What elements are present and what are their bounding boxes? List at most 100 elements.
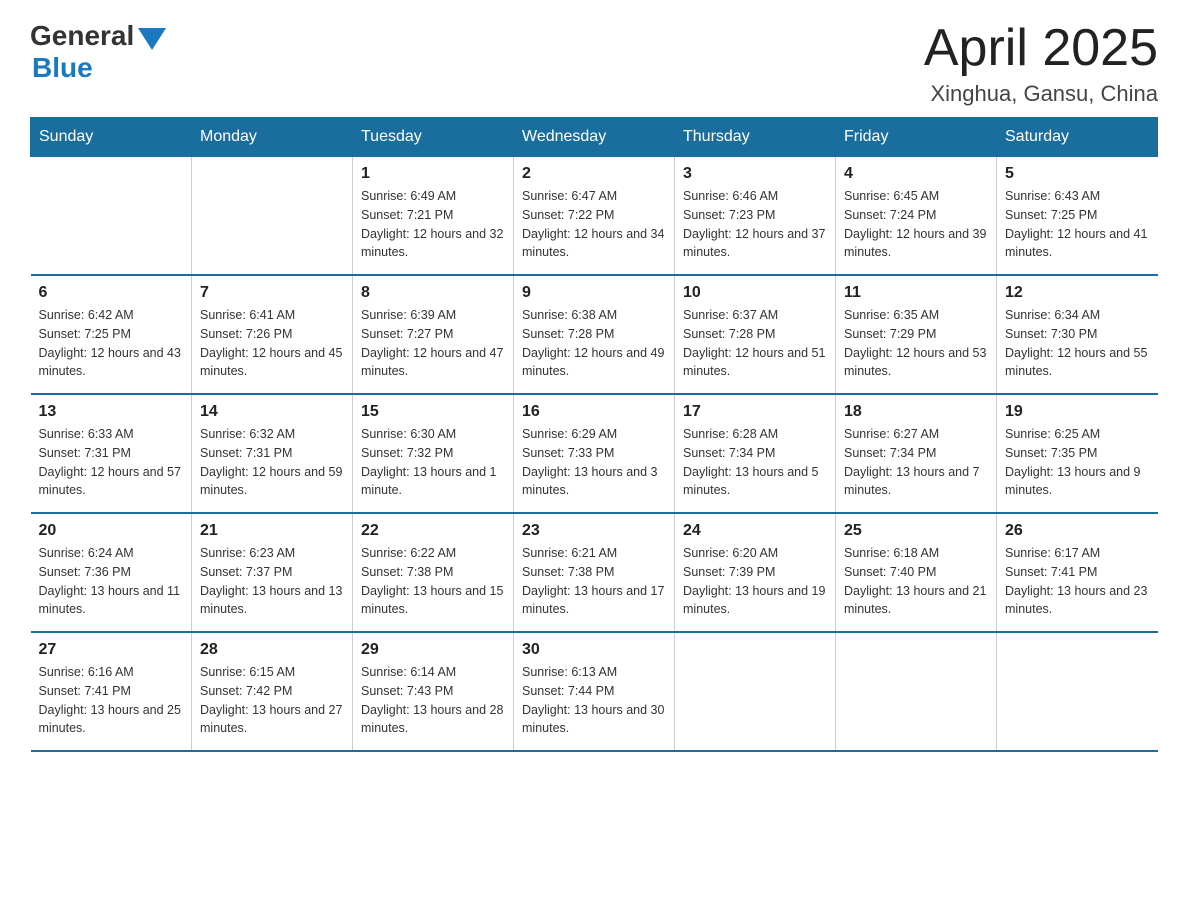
day-number: 2: [522, 165, 666, 183]
day-info: Sunrise: 6:41 AMSunset: 7:26 PMDaylight:…: [200, 306, 344, 381]
day-info: Sunrise: 6:24 AMSunset: 7:36 PMDaylight:…: [39, 544, 184, 619]
table-row: 11Sunrise: 6:35 AMSunset: 7:29 PMDayligh…: [836, 275, 997, 394]
sunset-text: Sunset: 7:38 PM: [522, 563, 666, 582]
day-number: 30: [522, 641, 666, 659]
day-info: Sunrise: 6:23 AMSunset: 7:37 PMDaylight:…: [200, 544, 344, 619]
sunset-text: Sunset: 7:34 PM: [844, 444, 988, 463]
day-info: Sunrise: 6:14 AMSunset: 7:43 PMDaylight:…: [361, 663, 505, 738]
sunset-text: Sunset: 7:25 PM: [1005, 206, 1150, 225]
table-row: [192, 157, 353, 276]
day-info: Sunrise: 6:49 AMSunset: 7:21 PMDaylight:…: [361, 187, 505, 262]
sunset-text: Sunset: 7:34 PM: [683, 444, 827, 463]
sunset-text: Sunset: 7:21 PM: [361, 206, 505, 225]
day-info: Sunrise: 6:29 AMSunset: 7:33 PMDaylight:…: [522, 425, 666, 500]
sunrise-text: Sunrise: 6:22 AM: [361, 544, 505, 563]
daylight-text: Daylight: 13 hours and 17 minutes.: [522, 582, 666, 620]
sunrise-text: Sunrise: 6:45 AM: [844, 187, 988, 206]
table-row: [836, 632, 997, 751]
day-info: Sunrise: 6:28 AMSunset: 7:34 PMDaylight:…: [683, 425, 827, 500]
sunrise-text: Sunrise: 6:46 AM: [683, 187, 827, 206]
day-number: 9: [522, 284, 666, 302]
day-info: Sunrise: 6:13 AMSunset: 7:44 PMDaylight:…: [522, 663, 666, 738]
sunrise-text: Sunrise: 6:43 AM: [1005, 187, 1150, 206]
header-saturday: Saturday: [997, 118, 1158, 157]
sunrise-text: Sunrise: 6:28 AM: [683, 425, 827, 444]
sunset-text: Sunset: 7:22 PM: [522, 206, 666, 225]
day-info: Sunrise: 6:15 AMSunset: 7:42 PMDaylight:…: [200, 663, 344, 738]
logo: General Blue: [30, 20, 166, 84]
week-row-1: 1Sunrise: 6:49 AMSunset: 7:21 PMDaylight…: [31, 157, 1158, 276]
sunrise-text: Sunrise: 6:49 AM: [361, 187, 505, 206]
header-friday: Friday: [836, 118, 997, 157]
day-number: 16: [522, 403, 666, 421]
daylight-text: Daylight: 13 hours and 15 minutes.: [361, 582, 505, 620]
day-number: 17: [683, 403, 827, 421]
day-number: 18: [844, 403, 988, 421]
daylight-text: Daylight: 12 hours and 39 minutes.: [844, 225, 988, 263]
table-row: 29Sunrise: 6:14 AMSunset: 7:43 PMDayligh…: [353, 632, 514, 751]
day-info: Sunrise: 6:30 AMSunset: 7:32 PMDaylight:…: [361, 425, 505, 500]
day-info: Sunrise: 6:25 AMSunset: 7:35 PMDaylight:…: [1005, 425, 1150, 500]
sunrise-text: Sunrise: 6:30 AM: [361, 425, 505, 444]
sunrise-text: Sunrise: 6:42 AM: [39, 306, 184, 325]
day-info: Sunrise: 6:18 AMSunset: 7:40 PMDaylight:…: [844, 544, 988, 619]
header-sunday: Sunday: [31, 118, 192, 157]
table-row: 16 Sunrise: 6:29 AMSunset: 7:33 PMDayligh…: [514, 394, 675, 513]
table-row: [31, 157, 192, 276]
day-info: Sunrise: 6:22 AMSunset: 7:38 PMDaylight:…: [361, 544, 505, 619]
sunrise-text: Sunrise: 6:38 AM: [522, 306, 666, 325]
day-info: Sunrise: 6:32 AMSunset: 7:31 PMDaylight:…: [200, 425, 344, 500]
day-number: 6: [39, 284, 184, 302]
sunrise-text: Sunrise: 6:32 AM: [200, 425, 344, 444]
sunset-text: Sunset: 7:41 PM: [1005, 563, 1150, 582]
day-number: 12: [1005, 284, 1150, 302]
day-number: 27: [39, 641, 184, 659]
calendar-title-block: April 2025 Xinghua, Gansu, China: [924, 20, 1158, 107]
sunrise-text: Sunrise: 6:18 AM: [844, 544, 988, 563]
table-row: 12Sunrise: 6:34 AMSunset: 7:30 PMDayligh…: [997, 275, 1158, 394]
table-row: 19Sunrise: 6:25 AMSunset: 7:35 PMDayligh…: [997, 394, 1158, 513]
sunrise-text: Sunrise: 6:16 AM: [39, 663, 184, 682]
daylight-text: Daylight: 12 hours and 45 minutes.: [200, 344, 344, 382]
sunset-text: Sunset: 7:36 PM: [39, 563, 184, 582]
sunrise-text: Sunrise: 6:21 AM: [522, 544, 666, 563]
daylight-text: Daylight: 12 hours and 59 minutes.: [200, 463, 344, 501]
sunset-text: Sunset: 7:31 PM: [200, 444, 344, 463]
page-header: General Blue April 2025 Xinghua, Gansu, …: [30, 20, 1158, 107]
sunset-text: Sunset: 7:31 PM: [39, 444, 184, 463]
sunrise-text: Sunrise: 6:24 AM: [39, 544, 184, 563]
table-row: 7Sunrise: 6:41 AMSunset: 7:26 PMDaylight…: [192, 275, 353, 394]
header-monday: Monday: [192, 118, 353, 157]
logo-blue-text: Blue: [32, 52, 93, 84]
sunset-text: Sunset: 7:43 PM: [361, 682, 505, 701]
sunset-text: Sunset: 7:28 PM: [522, 325, 666, 344]
table-row: 23Sunrise: 6:21 AMSunset: 7:38 PMDayligh…: [514, 513, 675, 632]
day-info: Sunrise: 6:20 AMSunset: 7:39 PMDaylight:…: [683, 544, 827, 619]
sunrise-text: Sunrise: 6:15 AM: [200, 663, 344, 682]
header-tuesday: Tuesday: [353, 118, 514, 157]
table-row: 9Sunrise: 6:38 AMSunset: 7:28 PMDaylight…: [514, 275, 675, 394]
daylight-text: Daylight: 13 hours and 21 minutes.: [844, 582, 988, 620]
day-number: 5: [1005, 165, 1150, 183]
day-info: Sunrise: 6:39 AMSunset: 7:27 PMDaylight:…: [361, 306, 505, 381]
days-of-week-row: SundayMondayTuesdayWednesdayThursdayFrid…: [31, 118, 1158, 157]
table-row: 21Sunrise: 6:23 AMSunset: 7:37 PMDayligh…: [192, 513, 353, 632]
sunset-text: Sunset: 7:38 PM: [361, 563, 505, 582]
calendar-header: SundayMondayTuesdayWednesdayThursdayFrid…: [31, 118, 1158, 157]
day-info: Sunrise: 6:21 AMSunset: 7:38 PMDaylight:…: [522, 544, 666, 619]
table-row: 14 Sunrise: 6:32 AMSunset: 7:31 PMDayligh…: [192, 394, 353, 513]
sunrise-text: Sunrise: 6:13 AM: [522, 663, 666, 682]
day-info: Sunrise: 6:46 AMSunset: 7:23 PMDaylight:…: [683, 187, 827, 262]
sunset-text: Sunset: 7:24 PM: [844, 206, 988, 225]
day-number: 26: [1005, 522, 1150, 540]
sunset-text: Sunset: 7:25 PM: [39, 325, 184, 344]
sunset-text: Sunset: 7:37 PM: [200, 563, 344, 582]
sunset-text: Sunset: 7:27 PM: [361, 325, 505, 344]
day-number: 13: [39, 403, 184, 421]
calendar-table: SundayMondayTuesdayWednesdayThursdayFrid…: [30, 117, 1158, 752]
daylight-text: Daylight: 12 hours and 34 minutes.: [522, 225, 666, 263]
table-row: 4Sunrise: 6:45 AMSunset: 7:24 PMDaylight…: [836, 157, 997, 276]
day-number: 14: [200, 403, 344, 421]
sunset-text: Sunset: 7:29 PM: [844, 325, 988, 344]
sunrise-text: Sunrise: 6:41 AM: [200, 306, 344, 325]
